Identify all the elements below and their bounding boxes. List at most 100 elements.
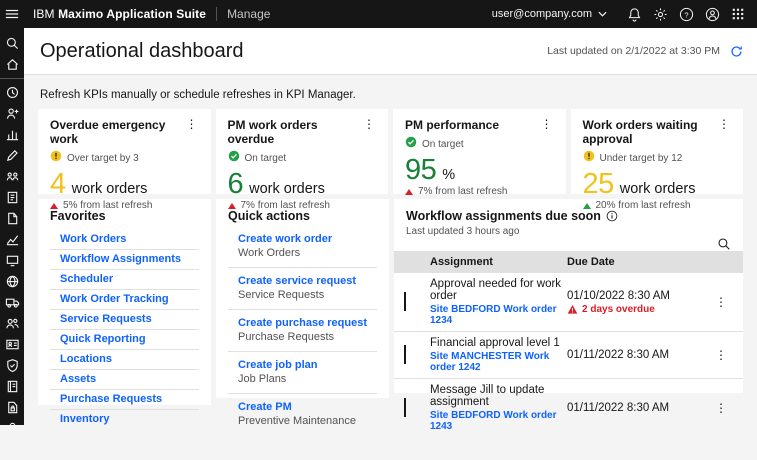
last-updated-text: Last updated on 2/1/2022 at 3:30 PM — [547, 45, 720, 57]
kpi-status-icon — [583, 149, 600, 167]
edit-icon[interactable] — [0, 145, 24, 166]
kpi-value: 4 — [50, 168, 66, 200]
kpi-unit: work orders — [71, 181, 148, 197]
favorite-link[interactable]: Work Orders — [50, 230, 199, 250]
kpi-card: Overdue emergency work ⋮ Over target by … — [38, 109, 211, 211]
notebook-icon[interactable] — [0, 376, 24, 397]
home-icon[interactable] — [0, 54, 24, 75]
favorite-link[interactable]: Work Order Tracking — [50, 290, 199, 310]
kpi-unit: work orders — [249, 181, 325, 197]
row-checkbox[interactable] — [404, 292, 406, 311]
quick-action-link[interactable]: Create PM — [238, 401, 377, 413]
quick-action-link[interactable]: Create service request — [238, 275, 377, 287]
search-icon[interactable] — [717, 237, 731, 251]
overflow-menu-icon[interactable]: ⋮ — [360, 118, 378, 130]
notifications-bell-icon[interactable] — [621, 0, 647, 28]
row-checkbox[interactable] — [404, 345, 406, 364]
overdue-text: 2 days overdue — [582, 303, 655, 315]
app-switcher-icon[interactable] — [725, 0, 751, 28]
security-shield-icon[interactable] — [0, 355, 24, 376]
favorite-link[interactable]: Quick Reporting — [50, 330, 199, 350]
info-icon[interactable] — [606, 210, 618, 222]
overflow-menu-icon[interactable]: ⋮ — [538, 118, 556, 130]
app-name[interactable]: Manage — [227, 7, 270, 21]
assignment-site-link[interactable]: Site BEDFORD Work order 1234 — [430, 304, 567, 326]
favorite-link[interactable]: Purchase Requests — [50, 390, 199, 410]
favorite-link[interactable]: Inventory — [50, 410, 199, 429]
brand-title[interactable]: IBM Maximo Application Suite — [33, 7, 206, 21]
quick-action-link[interactable]: Create work order — [238, 233, 377, 245]
svg-text:?: ? — [684, 10, 688, 19]
favorite-link[interactable]: Locations — [50, 350, 199, 370]
row-overflow-menu-icon[interactable]: ⋮ — [709, 295, 733, 309]
kpi-status-icon — [50, 149, 67, 167]
row-overflow-menu-icon[interactable]: ⋮ — [709, 401, 733, 415]
assignment-site-link[interactable]: Site MANCHESTER Work order 1242 — [430, 351, 567, 373]
quick-action-link[interactable]: Create job plan — [238, 359, 377, 371]
quick-action-app-label: Service Requests — [238, 289, 325, 301]
help-icon[interactable]: ? — [673, 0, 699, 28]
settings-gear-icon[interactable] — [647, 0, 673, 28]
document-locked-icon[interactable] — [0, 397, 24, 418]
quick-action-item: Create PM Preventive Maintenance — [228, 394, 377, 435]
workflow-table-row: Financial approval level 1 Site MANCHEST… — [394, 332, 743, 379]
header-divider — [216, 7, 218, 21]
shopping-cart-icon[interactable] — [0, 439, 24, 460]
column-header-due-date: Due Date — [567, 256, 615, 268]
workflow-toolbar — [394, 237, 743, 251]
user-menu[interactable]: user@company.com — [492, 8, 607, 20]
trend-arrow-icon — [405, 188, 413, 195]
kpi-trend-text: 7% from last refresh — [240, 200, 330, 211]
quick-action-link[interactable]: Create purchase request — [238, 317, 377, 329]
kpi-title: Work orders waiting approval — [582, 118, 698, 146]
quick-actions-card: Quick actions Create work order Work Orde… — [216, 199, 389, 427]
kpi-title: PM work orders overdue — [227, 118, 318, 146]
assignment-title: Financial approval level 1 — [430, 337, 560, 349]
row-overflow-menu-icon[interactable]: ⋮ — [709, 348, 733, 362]
chart-bar-icon[interactable] — [0, 124, 24, 145]
warning-triangle-icon — [567, 304, 578, 314]
favorites-card: Favorites Work Orders Workflow Assignment… — [38, 199, 211, 425]
group-icon[interactable] — [0, 313, 24, 334]
assignment-title: Approval needed for work order — [430, 278, 562, 302]
kpi-title: PM performance — [405, 118, 500, 132]
overflow-menu-icon[interactable]: ⋮ — [183, 118, 201, 130]
kpi-unit: work orders — [619, 181, 696, 197]
page-title: Operational dashboard — [40, 39, 244, 62]
search-icon[interactable] — [0, 33, 24, 54]
quick-action-app-label: Job Plans — [238, 373, 287, 385]
refresh-icon[interactable] — [730, 45, 743, 58]
chevron-down-icon — [598, 11, 607, 17]
user-follow-icon[interactable] — [0, 103, 24, 124]
kpi-value: 95 — [405, 154, 437, 186]
chart-line-icon[interactable] — [0, 229, 24, 250]
locked-icon[interactable] — [0, 418, 24, 439]
account-avatar-icon[interactable] — [699, 0, 725, 28]
overflow-menu-icon[interactable]: ⋮ — [715, 118, 733, 130]
menu-hamburger-icon[interactable] — [0, 0, 24, 28]
panel-row: Favorites Work Orders Workflow Assignment… — [38, 199, 743, 432]
recent-icon[interactable] — [0, 82, 24, 103]
asset-group-icon[interactable] — [0, 166, 24, 187]
trend-arrow-icon — [50, 202, 58, 209]
report-icon[interactable] — [0, 187, 24, 208]
document-icon[interactable] — [0, 208, 24, 229]
favorite-link[interactable]: Assets — [50, 370, 199, 390]
row-checkbox[interactable] — [404, 398, 406, 417]
favorite-link[interactable]: Scheduler — [50, 270, 199, 290]
assignment-site-link[interactable]: Site BEDFORD Work order 1243 — [430, 410, 567, 432]
quick-action-item: Create service request Service Requests — [228, 268, 377, 310]
overdue-indicator: 2 days overdue — [567, 304, 709, 315]
kpi-card: Work orders waiting approval ⋮ Under tar… — [570, 109, 743, 211]
favorite-link[interactable]: Workflow Assignments — [50, 250, 199, 270]
quick-action-app-label: Preventive Maintenance — [238, 415, 357, 427]
favorite-link[interactable]: Service Requests — [50, 310, 199, 330]
network-icon[interactable] — [0, 271, 24, 292]
column-header-assignment: Assignment — [430, 256, 493, 268]
kpi-card: PM work orders overdue ⋮ On target 6 wor… — [215, 109, 388, 211]
id-card-icon[interactable] — [0, 334, 24, 355]
truck-icon[interactable] — [0, 292, 24, 313]
screen-icon[interactable] — [0, 250, 24, 271]
app-header: IBM Maximo Application Suite Manage user… — [0, 0, 757, 28]
workflow-table: Assignment Due Date Approval needed for … — [394, 251, 743, 437]
